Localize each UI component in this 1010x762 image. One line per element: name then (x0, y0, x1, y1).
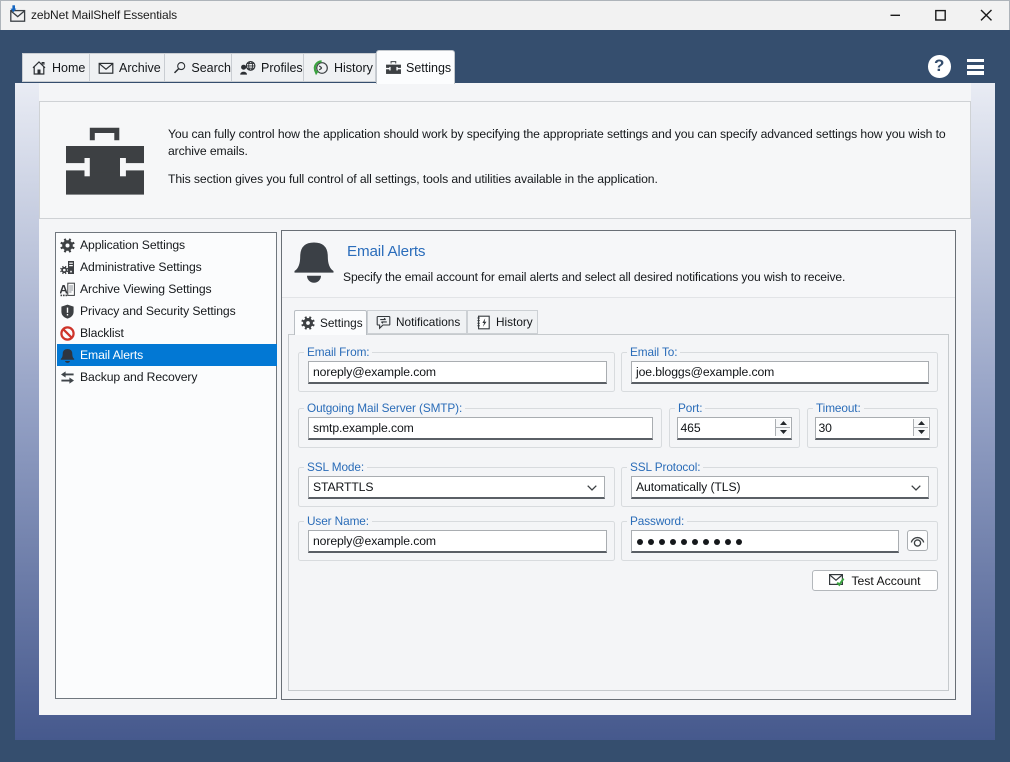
svg-text:A: A (60, 282, 68, 296)
